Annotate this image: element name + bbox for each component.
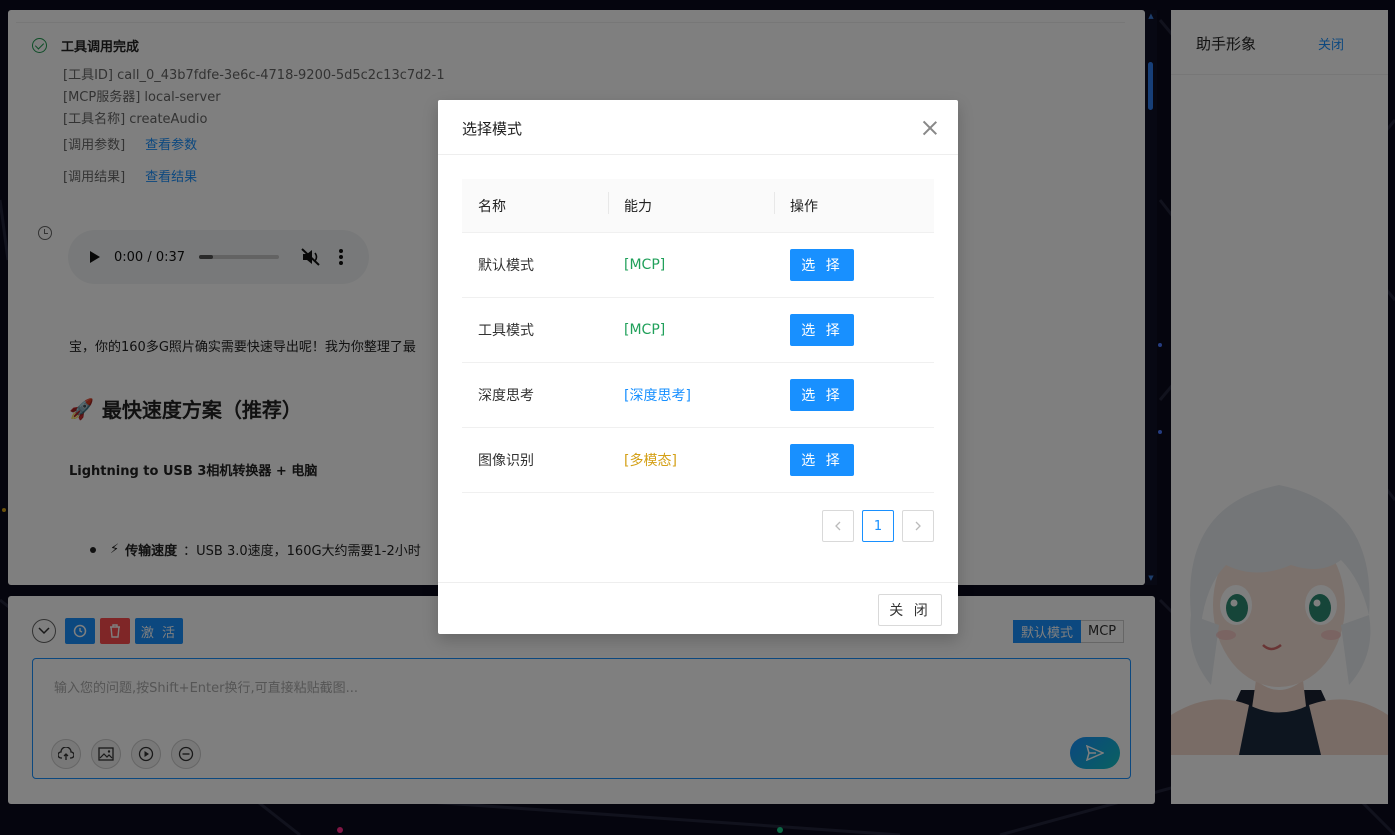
close-icon[interactable] — [922, 120, 938, 136]
select-button[interactable]: 选 择 — [790, 379, 854, 411]
mode-name: 默认模式 — [478, 258, 534, 274]
mode-table: 名称 能力 操作 默认模式 [MCP] 选 择 工具模式 [MCP] 选 择 深… — [462, 179, 934, 493]
mode-capability: [MCP] — [624, 322, 666, 338]
action-cell: 选 择 — [774, 314, 934, 346]
mode-name: 图像识别 — [478, 453, 534, 469]
dialog-footer: 关 闭 — [438, 582, 958, 634]
select-button[interactable]: 选 择 — [790, 249, 854, 281]
column-header: 名称 — [478, 198, 506, 215]
dialog-header: 选择模式 — [438, 100, 958, 155]
mode-capability: [MCP] — [624, 257, 666, 273]
action-cell: 选 择 — [774, 249, 934, 281]
mode-capability: [多模态] — [624, 453, 677, 469]
action-cell: 选 择 — [774, 379, 934, 411]
table-row: 默认模式 [MCP] 选 择 — [462, 233, 934, 298]
select-button[interactable]: 选 择 — [790, 444, 854, 476]
column-header: 能力 — [608, 191, 774, 216]
action-cell: 选 择 — [774, 444, 934, 476]
select-button[interactable]: 选 择 — [790, 314, 854, 346]
prev-page-button[interactable] — [822, 510, 854, 542]
close-dialog-button[interactable]: 关 闭 — [878, 594, 942, 626]
table-row: 工具模式 [MCP] 选 择 — [462, 298, 934, 363]
next-page-button[interactable] — [902, 510, 934, 542]
chevron-left-icon — [835, 521, 841, 531]
mode-name: 深度思考 — [478, 388, 534, 404]
table-header: 名称 能力 操作 — [462, 179, 934, 233]
page-number[interactable]: 1 — [862, 510, 894, 542]
chevron-right-icon — [915, 521, 921, 531]
column-header: 操作 — [774, 191, 934, 216]
table-row: 深度思考 [深度思考] 选 择 — [462, 363, 934, 428]
table-row: 图像识别 [多模态] 选 择 — [462, 428, 934, 493]
mode-name: 工具模式 — [478, 323, 534, 339]
mode-capability: [深度思考] — [624, 388, 691, 404]
pagination: 1 — [822, 510, 934, 542]
select-mode-dialog: 选择模式 名称 能力 操作 默认模式 [MCP] 选 择 工具模式 [MCP] … — [438, 100, 958, 634]
dialog-title: 选择模式 — [462, 120, 523, 138]
